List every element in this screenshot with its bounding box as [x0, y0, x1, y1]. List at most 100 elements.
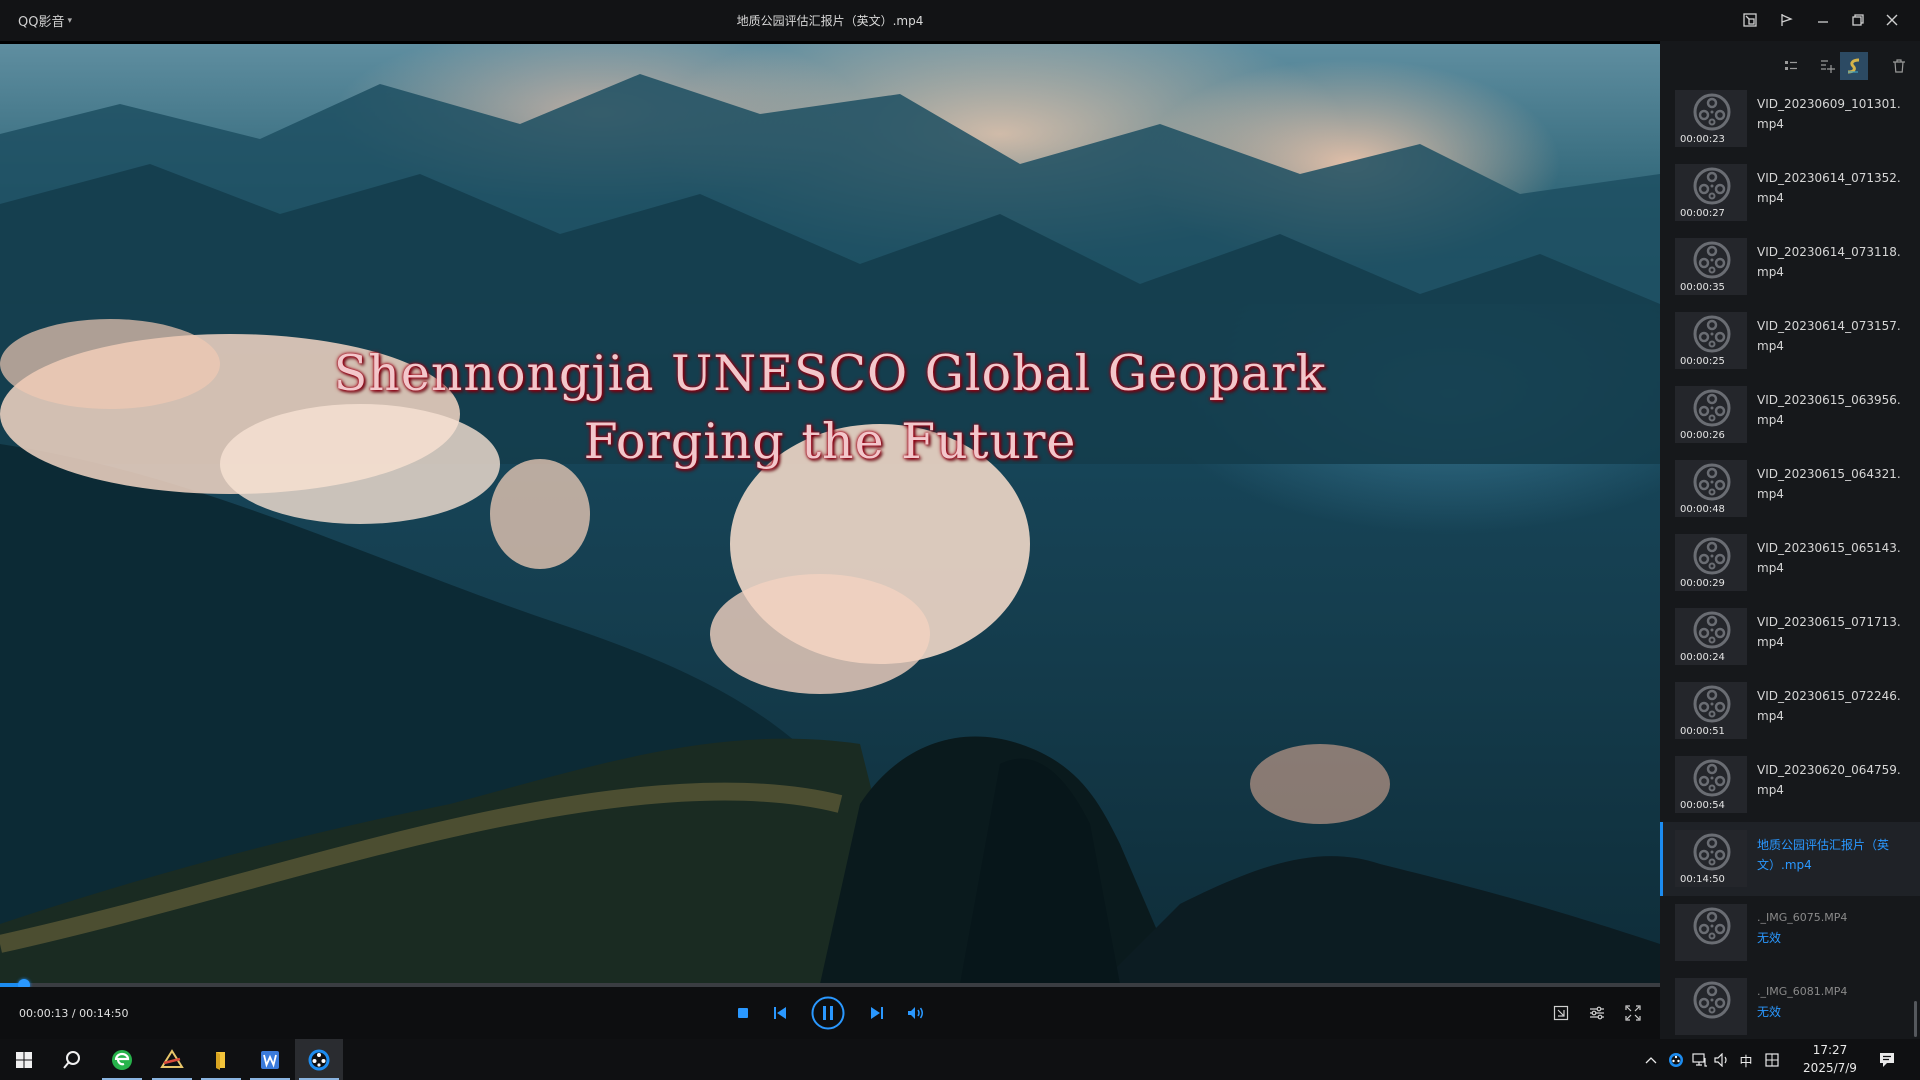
- playlist-filename: ._IMG_6081.MP4 无效: [1757, 982, 1907, 1022]
- minimize-icon: [1818, 21, 1828, 23]
- taskbar-app-word[interactable]: [246, 1039, 294, 1080]
- film-reel-icon: [1693, 537, 1731, 575]
- film-reel-icon: [1693, 315, 1731, 353]
- volume-icon: [908, 1007, 923, 1019]
- tray-volume[interactable]: [1712, 1050, 1732, 1070]
- cloud-right: [1250, 744, 1390, 824]
- title-bar: QQ影音 ▾ 地质公园评估汇报片（英文）.mp4: [0, 0, 1920, 41]
- film-reel-icon: [1693, 463, 1731, 501]
- tray-ime-mode[interactable]: 中: [1736, 1050, 1756, 1070]
- next-button[interactable]: [867, 1003, 887, 1023]
- playlist-filename-text: ._IMG_6081.MP4: [1757, 985, 1848, 998]
- tray-ime-keyboard[interactable]: [1762, 1050, 1782, 1070]
- restore-icon: [1852, 14, 1864, 26]
- list-view-button[interactable]: [1780, 55, 1802, 77]
- previous-button[interactable]: [770, 1003, 790, 1023]
- playlist-item[interactable]: ._IMG_6075.MP4 无效: [1660, 896, 1920, 970]
- taskbar-app-tools[interactable]: [148, 1039, 196, 1080]
- video-frame[interactable]: Shennongjia UNESCO Global Geopark Forgin…: [0, 44, 1660, 984]
- playlist-item[interactable]: 00:00:26 VID_20230615_063956.mp4: [1660, 378, 1920, 452]
- network-icon: [1692, 1053, 1707, 1067]
- playlist-duration: 00:00:25: [1680, 356, 1725, 367]
- subtitle-line: Shennongjia UNESCO Global Geopark: [333, 345, 1327, 402]
- restore-button[interactable]: [1845, 8, 1871, 32]
- film-reel-icon: [1693, 833, 1731, 871]
- taskbar-app-browser[interactable]: [98, 1039, 146, 1080]
- screenshot-button[interactable]: [1550, 1003, 1572, 1023]
- playlist-thumbnail: [1675, 904, 1747, 961]
- window-title: 地质公园评估汇报片（英文）.mp4: [736, 14, 924, 28]
- tray-overflow-button[interactable]: [1643, 1050, 1659, 1070]
- playlist-filename: VID_20230614_073118.mp4: [1757, 242, 1907, 282]
- playlist-duration: 00:00:29: [1680, 578, 1725, 589]
- playlist-item[interactable]: 00:14:50 地质公园评估汇报片（英文）.mp4: [1660, 822, 1920, 896]
- playlist-item[interactable]: 00:00:29 VID_20230615_065143.mp4: [1660, 526, 1920, 600]
- playlist-scrollbar[interactable]: [1914, 1001, 1917, 1037]
- equalizer-settings-icon: [1590, 1006, 1604, 1020]
- subtitle-line: Forging the Future: [583, 413, 1077, 470]
- word-document-icon: [261, 1050, 279, 1069]
- playlist-filename-text: VID_20230614_073157.mp4: [1757, 319, 1901, 353]
- playlist-duration: 00:00:23: [1680, 134, 1725, 145]
- taskbar-app-qq-player[interactable]: [295, 1039, 343, 1080]
- action-center-button[interactable]: [1876, 1050, 1898, 1070]
- playlist-item[interactable]: 00:00:25 VID_20230614_073157.mp4: [1660, 304, 1920, 378]
- playlist-item[interactable]: 00:00:23 VID_20230609_101301.mp4: [1660, 82, 1920, 156]
- stop-icon: [738, 1008, 748, 1018]
- search-button[interactable]: [48, 1039, 96, 1080]
- playlist-thumbnail: 00:00:54: [1675, 756, 1747, 813]
- playlist-duration: 00:00:54: [1680, 800, 1725, 811]
- playlist-filename-text: VID_20230615_064321.mp4: [1757, 467, 1901, 501]
- clock-time: 17:27: [1812, 1043, 1848, 1057]
- stop-button[interactable]: [733, 1003, 753, 1023]
- playlist-item[interactable]: 00:00:27 VID_20230614_071352.mp4: [1660, 156, 1920, 230]
- playlist-filename: VID_20230615_072246.mp4: [1757, 686, 1907, 726]
- playlist-thumbnail: 00:00:48: [1675, 460, 1747, 517]
- playlist-filename: VID_20230615_063956.mp4: [1757, 390, 1907, 430]
- playlist-item[interactable]: 00:00:54 VID_20230620_064759.mp4: [1660, 748, 1920, 822]
- playlist-duration: 00:00:51: [1680, 726, 1725, 737]
- playlist-item[interactable]: ._IMG_6081.MP4 无效: [1660, 970, 1920, 1039]
- playlist-thumbnail: 00:00:35: [1675, 238, 1747, 295]
- settings-button[interactable]: [1586, 1003, 1608, 1023]
- volume-button[interactable]: [905, 1003, 927, 1023]
- loop-mode-button[interactable]: [1840, 52, 1868, 80]
- playlist-item[interactable]: 00:00:24 VID_20230615_071713.mp4: [1660, 600, 1920, 674]
- fullscreen-button[interactable]: [1622, 1003, 1644, 1023]
- delete-button[interactable]: [1888, 55, 1910, 77]
- mini-mode-icon: [1743, 13, 1757, 27]
- playlist-items: 00:00:23 VID_20230609_101301.mp4 00:00:27 V…: [1660, 82, 1920, 1039]
- taskbar-clock[interactable]: 17:27 2025/7/9: [1780, 1041, 1880, 1077]
- start-button[interactable]: [0, 1039, 48, 1080]
- folder-icon: [216, 1051, 225, 1070]
- add-file-icon: [1821, 60, 1835, 73]
- tools-icon: [160, 1048, 184, 1068]
- close-button[interactable]: [1879, 8, 1905, 32]
- playlist-filename: VID_20230615_065143.mp4: [1757, 538, 1907, 578]
- minimize-button[interactable]: [1810, 8, 1836, 32]
- playlist-item[interactable]: 00:00:51 VID_20230615_072246.mp4: [1660, 674, 1920, 748]
- previous-icon: [774, 1007, 786, 1019]
- playlist-item[interactable]: 00:00:48 VID_20230615_064321.mp4: [1660, 452, 1920, 526]
- mini-mode-button[interactable]: [1737, 8, 1763, 32]
- playlist-filename: VID_20230609_101301.mp4: [1757, 94, 1907, 134]
- playlist-filename: VID_20230620_064759.mp4: [1757, 760, 1907, 800]
- playlist-item[interactable]: 00:00:35 VID_20230614_073118.mp4: [1660, 230, 1920, 304]
- video-subtitle: Shennongjia UNESCO Global Geopark Forgin…: [0, 340, 1660, 476]
- pin-on-top-button[interactable]: [1773, 8, 1799, 32]
- tray-qq-player[interactable]: [1666, 1050, 1686, 1070]
- playlist-filename: ._IMG_6075.MP4 无效: [1757, 908, 1907, 948]
- pause-button[interactable]: [811, 996, 845, 1030]
- tray-network[interactable]: [1690, 1050, 1710, 1070]
- film-reel-icon: [1693, 611, 1731, 649]
- add-file-button[interactable]: [1816, 55, 1838, 77]
- control-bar: 00:00:13 / 00:14:50: [0, 987, 1660, 1039]
- taskbar-app-file-explorer[interactable]: [197, 1039, 245, 1080]
- trash-icon: [1893, 59, 1905, 73]
- playlist-duration: 00:00:48: [1680, 504, 1725, 515]
- film-reel-icon: [1693, 759, 1731, 797]
- playlist-duration: 00:00:24: [1680, 652, 1725, 663]
- playlist-filename-text: VID_20230609_101301.mp4: [1757, 97, 1901, 131]
- playlist-thumbnail: 00:00:24: [1675, 608, 1747, 665]
- fullscreen-icon: [1625, 1005, 1641, 1021]
